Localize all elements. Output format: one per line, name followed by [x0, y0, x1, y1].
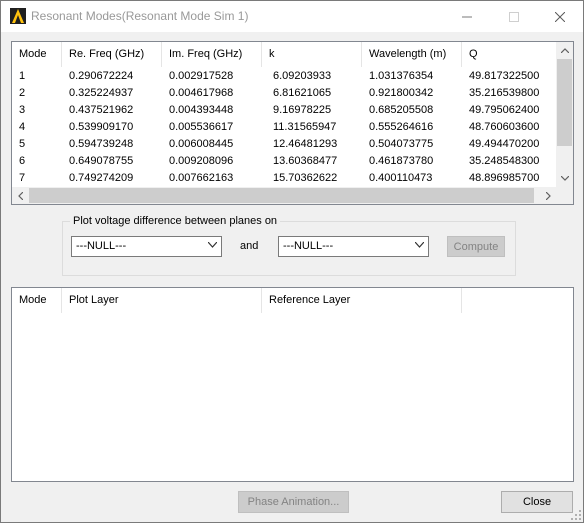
cell-wavelength: 0.685205508 — [369, 104, 434, 116]
window-title: Resonant Modes(Resonant Mode Sim 1) — [31, 9, 249, 23]
cell-k: 9.16978225 — [273, 104, 332, 116]
column-header-plot-layer[interactable]: Plot Layer — [62, 288, 262, 313]
cell-k: 15.70362622 — [273, 172, 338, 184]
cell-re-freq: 0.437521962 — [69, 104, 134, 116]
maximize-button[interactable] — [491, 1, 536, 32]
column-header-mode[interactable]: Mode — [12, 288, 62, 313]
column-header-k[interactable]: k — [262, 42, 362, 67]
column-header-wavelength[interactable]: Wavelength (m) — [362, 42, 462, 67]
chevron-down-icon — [208, 242, 217, 248]
cell-mode: 3 — [19, 104, 26, 116]
table-row[interactable]: 5 0.594739248 0.006008445 12.46481293 0.5040… — [12, 137, 557, 152]
scroll-down-arrow[interactable] — [556, 170, 573, 187]
cell-im-freq: 0.004393448 — [169, 104, 234, 116]
cell-im-freq: 0.002917528 — [169, 70, 234, 82]
cell-k: 12.46481293 — [273, 138, 338, 150]
cell-re-freq: 0.290672224 — [69, 70, 134, 82]
cell-mode: 4 — [19, 121, 26, 133]
chevron-up-icon — [560, 48, 569, 53]
plot-voltage-group-label: Plot voltage difference between planes o… — [70, 215, 281, 227]
chevron-left-icon — [18, 191, 23, 200]
column-header-q[interactable]: Q — [462, 42, 557, 67]
cell-wavelength: 0.555264616 — [369, 121, 434, 133]
cell-mode: 1 — [19, 70, 26, 82]
cell-k: 11.31565947 — [273, 121, 337, 133]
layers-table-header: Mode Plot Layer Reference Layer — [12, 288, 573, 313]
resize-grip-icon[interactable] — [571, 510, 581, 520]
cell-im-freq: 0.007662163 — [169, 172, 234, 184]
cell-k: 6.81621065 — [273, 87, 332, 99]
vertical-scrollbar[interactable] — [556, 42, 573, 187]
cell-q: 48.896985700 — [469, 172, 540, 184]
compute-button[interactable]: Compute — [447, 236, 505, 257]
cell-im-freq: 0.009208096 — [169, 155, 234, 167]
column-header-reference-layer[interactable]: Reference Layer — [262, 288, 462, 313]
cell-mode: 2 — [19, 87, 26, 99]
dialog-window: Resonant Modes(Resonant Mode Sim 1) Mode… — [0, 0, 584, 523]
cell-im-freq: 0.005536617 — [169, 121, 234, 133]
cell-mode: 7 — [19, 172, 26, 184]
reference-plane-dropdown[interactable]: ---NULL--- — [278, 236, 429, 257]
horizontal-scrollbar[interactable] — [12, 187, 557, 204]
column-header-im-freq[interactable]: Im. Freq (GHz) — [162, 42, 262, 67]
cell-wavelength: 0.504073775 — [369, 138, 434, 150]
cell-q: 49.817322500 — [469, 70, 540, 82]
cell-mode: 5 — [19, 138, 26, 150]
cell-k: 6.09203933 — [273, 70, 332, 82]
chevron-right-icon — [546, 191, 551, 200]
scroll-right-arrow[interactable] — [540, 187, 557, 204]
vertical-scroll-thumb[interactable] — [557, 59, 572, 146]
table-row[interactable]: 3 0.437521962 0.004393448 9.16978225 0.68520… — [12, 103, 557, 118]
table-row[interactable]: 2 0.325224937 0.004617968 6.81621065 0.92180… — [12, 86, 557, 101]
modes-table-header: Mode Re. Freq (GHz) Im. Freq (GHz) k Wav… — [12, 42, 557, 67]
cell-q: 35.248548300 — [469, 155, 540, 167]
cell-re-freq: 0.649078755 — [69, 155, 134, 167]
plot-plane-dropdown[interactable]: ---NULL--- — [71, 236, 222, 257]
cell-wavelength: 0.921800342 — [369, 87, 434, 99]
cell-wavelength: 1.031376354 — [369, 70, 434, 82]
cell-q: 49.494470200 — [469, 138, 540, 150]
column-header-mode[interactable]: Mode — [12, 42, 62, 67]
table-row[interactable]: 6 0.649078755 0.009208096 13.60368477 0.4618… — [12, 154, 557, 169]
and-label: and — [240, 240, 259, 252]
title-bar[interactable]: Resonant Modes(Resonant Mode Sim 1) — [1, 1, 583, 32]
cell-q: 48.760603600 — [469, 121, 540, 133]
scroll-left-arrow[interactable] — [12, 187, 29, 204]
cell-wavelength: 0.400110473 — [369, 172, 433, 184]
cell-re-freq: 0.325224937 — [69, 87, 134, 99]
minimize-button[interactable] — [444, 1, 489, 32]
close-window-button[interactable] — [537, 1, 582, 32]
minimize-icon — [461, 16, 472, 17]
modes-table[interactable]: Mode Re. Freq (GHz) Im. Freq (GHz) k Wav… — [11, 41, 574, 205]
chevron-down-icon — [415, 242, 424, 248]
cell-mode: 6 — [19, 155, 26, 167]
table-row[interactable]: 1 0.290672224 0.002917528 6.09203933 1.03137… — [12, 69, 557, 84]
layers-table[interactable]: Mode Plot Layer Reference Layer — [11, 287, 574, 482]
cell-wavelength: 0.461873780 — [369, 155, 434, 167]
cell-re-freq: 0.539909170 — [69, 121, 134, 133]
cell-q: 49.795062400 — [469, 104, 540, 116]
app-logo-icon — [10, 8, 26, 24]
reference-plane-dropdown-value: ---NULL--- — [283, 240, 334, 252]
cell-re-freq: 0.749274209 — [69, 172, 134, 184]
plot-plane-dropdown-value: ---NULL--- — [76, 240, 127, 252]
close-button[interactable]: Close — [501, 491, 573, 513]
column-header-re-freq[interactable]: Re. Freq (GHz) — [62, 42, 162, 67]
maximize-icon — [508, 11, 519, 22]
scrollbar-corner — [556, 187, 573, 204]
table-row[interactable]: 7 0.749274209 0.007662163 15.70362622 0.4001… — [12, 171, 557, 186]
chevron-down-icon — [560, 176, 569, 181]
cell-k: 13.60368477 — [273, 155, 338, 167]
horizontal-scroll-thumb[interactable] — [29, 188, 534, 203]
table-row[interactable]: 4 0.539909170 0.005536617 11.31565947 0.5552… — [12, 120, 557, 135]
cell-q: 35.216539800 — [469, 87, 540, 99]
cell-im-freq: 0.004617968 — [169, 87, 234, 99]
phase-animation-button[interactable]: Phase Animation... — [238, 491, 349, 513]
scroll-up-arrow[interactable] — [556, 42, 573, 59]
cell-im-freq: 0.006008445 — [169, 138, 234, 150]
cell-re-freq: 0.594739248 — [69, 138, 134, 150]
close-icon — [554, 11, 565, 22]
